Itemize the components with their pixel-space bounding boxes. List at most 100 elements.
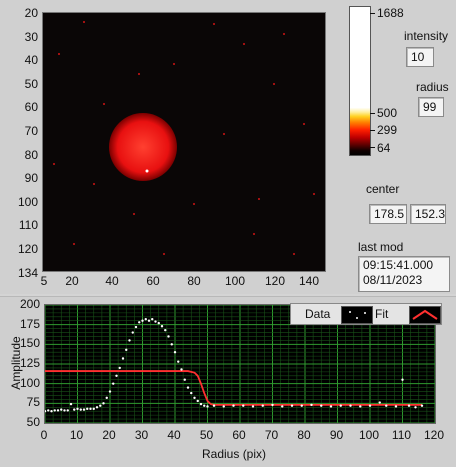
data-point — [157, 321, 160, 325]
plot-x-tick: 60 — [232, 428, 246, 442]
data-point — [242, 404, 245, 407]
data-point — [79, 408, 82, 411]
image-y-tick: 80 — [24, 147, 38, 162]
data-point — [359, 405, 362, 408]
image-x-tick: 20 — [65, 274, 79, 288]
data-point — [56, 409, 60, 412]
last-mod-time: 09:15:41.000 — [363, 258, 434, 272]
image-y-tick: 90 — [24, 171, 38, 186]
plot-x-tick: 110 — [391, 428, 412, 442]
image-panel: 20 30 40 50 60 70 80 90 100 110 120 134 5 20 40 60 80 10… — [0, 0, 456, 294]
plot-x-tick: 20 — [102, 428, 116, 442]
noise-pixel — [253, 233, 255, 235]
data-point — [154, 320, 157, 323]
colorbar-tick-min: 64 — [377, 141, 391, 155]
image-y-tick: 20 — [24, 6, 38, 20]
plot-x-tick: 70 — [264, 428, 279, 442]
noise-pixel — [83, 21, 85, 23]
data-point — [138, 321, 141, 324]
noise-pixel — [58, 53, 60, 55]
noise-pixel — [313, 193, 315, 195]
data-point — [167, 335, 170, 338]
legend-fit-label: Fit — [375, 307, 389, 321]
data-point — [73, 408, 76, 411]
noise-pixel — [293, 253, 295, 255]
data-point — [414, 406, 417, 409]
image-y-tick: 70 — [24, 124, 38, 138]
image-x-tick: 40 — [105, 274, 119, 288]
data-point — [95, 406, 99, 409]
noise-pixel — [93, 183, 95, 185]
noise-pixel — [193, 203, 195, 205]
data-point — [212, 404, 216, 407]
data-point — [43, 410, 47, 413]
data-point — [60, 408, 63, 411]
legend-data-swatch[interactable] — [341, 306, 373, 324]
plot-x-tick: 40 — [167, 428, 181, 442]
center-x-field[interactable]: 178.5 — [369, 204, 407, 224]
image-display[interactable] — [42, 12, 326, 272]
data-point — [164, 328, 167, 332]
data-point — [86, 407, 89, 411]
data-point — [378, 401, 381, 404]
legend-fit-swatch[interactable] — [409, 306, 441, 324]
last-mod-date: 08/11/2023 — [363, 273, 423, 287]
data-point — [186, 386, 190, 389]
last-mod-field: 09:15:41.000 08/11/2023 — [358, 256, 450, 292]
colorbar — [349, 6, 371, 156]
center-y-field[interactable]: 152.3 — [410, 204, 446, 224]
data-point — [66, 409, 69, 412]
data-point — [420, 404, 424, 407]
data-point — [134, 325, 138, 329]
noise-pixel — [73, 243, 75, 245]
data-point — [144, 317, 147, 321]
data-point — [183, 378, 186, 381]
data-point — [193, 396, 196, 400]
noise-pixel — [53, 163, 55, 165]
plot-x-tick: 120 — [423, 428, 445, 442]
data-point — [281, 405, 284, 408]
radius-label: radius — [416, 80, 449, 94]
data-point — [300, 404, 303, 407]
last-mod-label: last mod — [358, 240, 404, 254]
data-point — [99, 404, 102, 407]
legend-data-label: Data — [305, 307, 331, 321]
data-point — [108, 390, 112, 393]
noise-pixel — [273, 83, 275, 85]
data-point — [290, 404, 294, 407]
plot-legend: Data Fit — [290, 303, 442, 325]
plot-ylabel: Amplitude — [9, 336, 23, 390]
noise-pixel — [163, 253, 165, 255]
image-y-tick: 60 — [24, 100, 38, 115]
plot-x-tick: 100 — [358, 428, 380, 442]
colorbar-tick: 500 — [377, 106, 398, 120]
noise-pixel — [283, 33, 285, 35]
data-point — [232, 404, 235, 407]
data-point — [196, 399, 199, 403]
plot-x-tick: 80 — [297, 428, 311, 442]
radius-field[interactable]: 99 — [418, 97, 444, 117]
intensity-field[interactable]: 10 — [406, 47, 434, 67]
data-point — [329, 405, 333, 408]
image-y-tick: 100 — [17, 194, 38, 209]
data-point — [349, 404, 352, 407]
image-x-tick: 140 — [298, 274, 320, 288]
plot-x-tick: 90 — [329, 428, 344, 442]
data-point — [69, 402, 73, 406]
data-point — [50, 410, 53, 413]
plot-x-tick: 0 — [40, 428, 48, 442]
data-point — [177, 360, 180, 363]
plot-x-tick: 10 — [69, 428, 84, 442]
noise-pixel — [133, 213, 135, 215]
data-point — [121, 357, 125, 360]
data-point — [89, 407, 92, 411]
data-point — [102, 402, 105, 405]
data-point — [339, 404, 342, 407]
data-point — [92, 407, 95, 411]
data-point — [394, 405, 398, 408]
data-point — [105, 396, 108, 400]
image-y-tick: 40 — [24, 53, 38, 68]
data-point — [180, 368, 183, 371]
colorbar-tick: 299 — [377, 123, 398, 137]
center-label: center — [366, 182, 400, 196]
